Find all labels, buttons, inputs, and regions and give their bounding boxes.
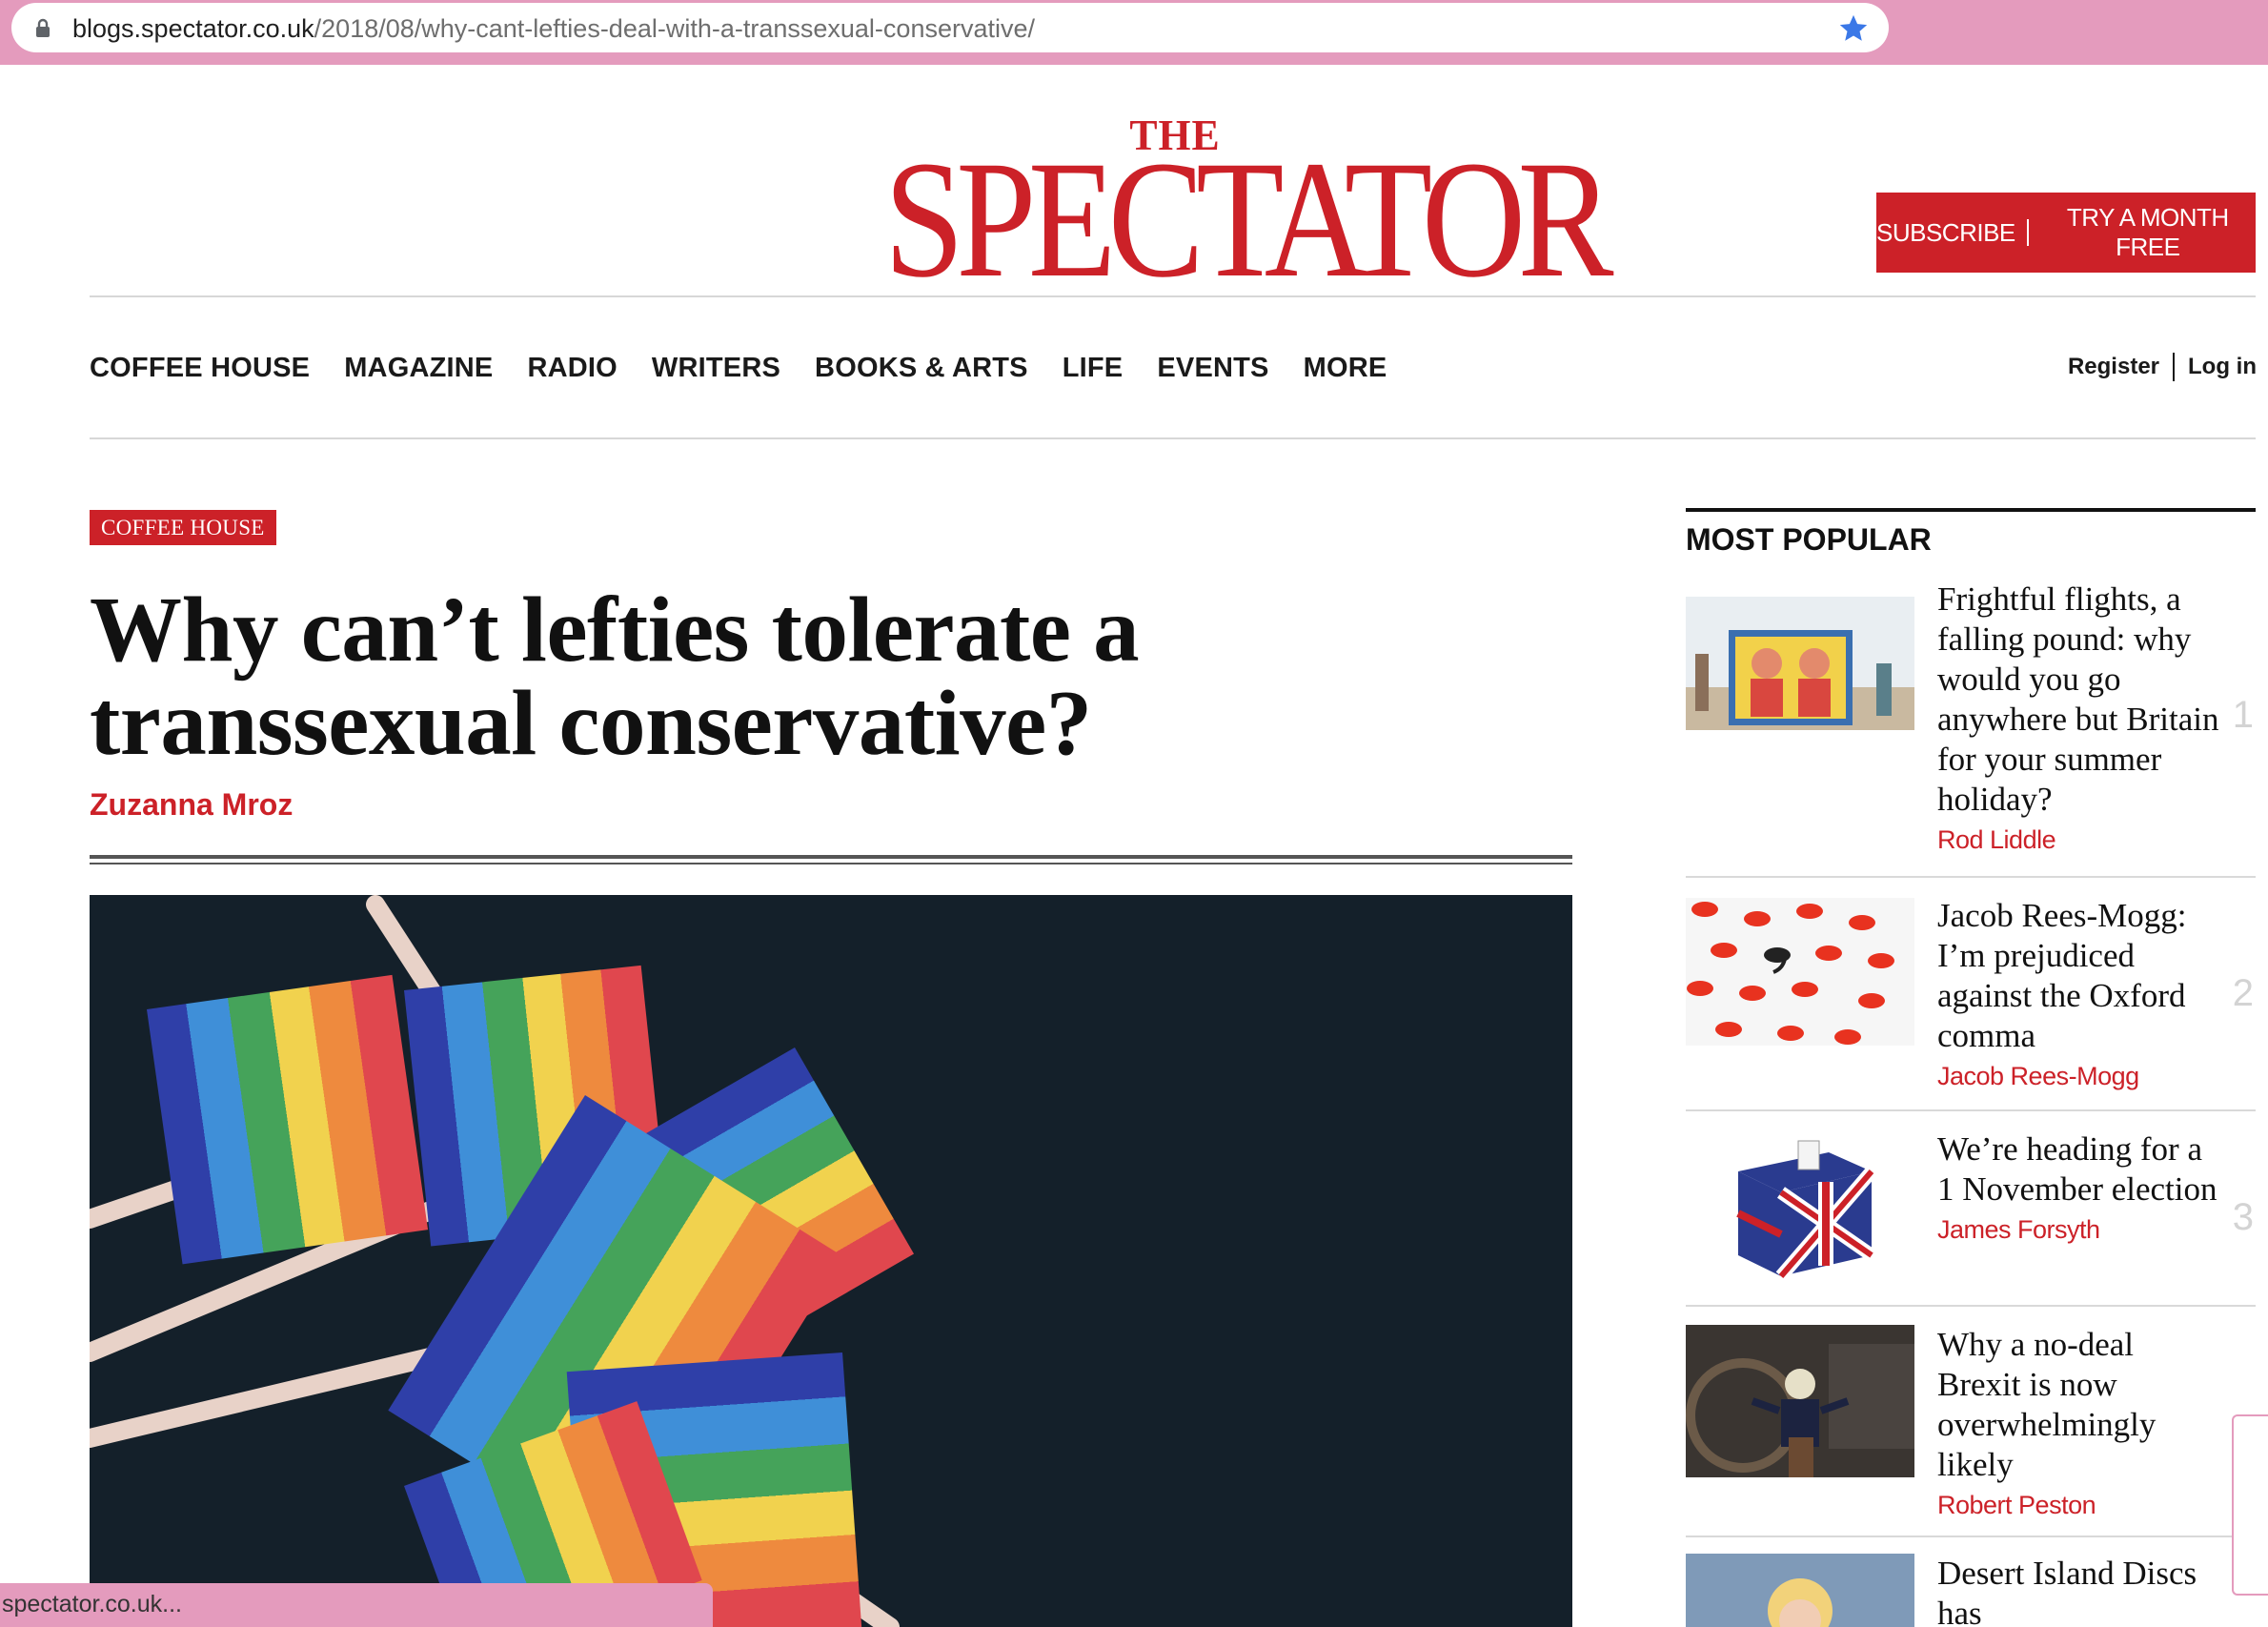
popular-author[interactable]: Rod Liddle [1937,825,2223,855]
speech-photo-illustration [1686,1325,1914,1477]
main-nav: COFFEE HOUSE MAGAZINE RADIO WRITERS BOOK… [90,345,1387,391]
holiday-cartoon-illustration [1686,597,1914,730]
status-bar: spectator.co.uk... [0,1583,713,1627]
popular-divider [1686,876,2256,878]
logo-main: SPECTATOR [883,127,1614,313]
popular-thumbnail[interactable] [1686,1325,1914,1477]
article-rule-bottom [90,863,1572,864]
popular-title[interactable]: Jacob Rees-Mogg: I’m prejudiced against … [1937,896,2223,1056]
header-divider [90,295,2256,297]
popular-divider [1686,1535,2256,1537]
nav-item-radio[interactable]: RADIO [527,353,617,384]
popular-item[interactable]: Desert Island Discs has [1686,1554,2256,1627]
subscribe-divider [2026,219,2029,246]
popular-item[interactable]: We’re heading for a 1 November election … [1686,1129,2256,1303]
popular-title[interactable]: Why a no-deal Brexit is now overwhelming… [1937,1325,2223,1485]
browser-toolbar: blogs.spectator.co.uk/2018/08/why-cant-l… [0,0,2268,65]
nav-item-more[interactable]: MORE [1304,353,1387,384]
ballot-box-illustration [1686,1133,1914,1281]
section-tag[interactable]: COFFEE HOUSE [90,510,276,545]
popular-title[interactable]: We’re heading for a 1 November election [1937,1129,2223,1210]
hero-image [90,895,1572,1627]
register-link[interactable]: Register [2068,354,2159,380]
popular-thumbnail[interactable] [1686,1554,1914,1627]
popular-thumbnail[interactable] [1686,1133,1914,1281]
url-path: /2018/08/why-cant-lefties-deal-with-a-tr… [314,14,1035,43]
rainbow-flags-illustration [90,895,1572,1627]
spectator-logo[interactable]: THE SPECTATOR [837,112,1614,313]
popular-text: Desert Island Discs has [1937,1554,2223,1627]
popular-item[interactable]: Frightful flights, a falling pound: why … [1686,580,2256,865]
nav-item-events[interactable]: EVENTS [1157,353,1268,384]
popular-divider [1686,1109,2256,1111]
popular-author[interactable]: Jacob Rees-Mogg [1937,1062,2223,1091]
popular-thumbnail[interactable] [1686,597,1914,730]
article-rule-top [90,855,1572,859]
side-popup-edge[interactable] [2232,1414,2268,1596]
popular-thumbnail[interactable] [1686,898,1914,1046]
most-popular-title: MOST POPULAR [1686,522,1932,557]
url-host: blogs.spectator.co.uk [72,14,314,43]
portrait-photo-illustration [1686,1554,1914,1627]
most-popular-rule [1686,508,2256,512]
subscribe-label: SUBSCRIBE [1876,217,2015,247]
popular-item[interactable]: Jacob Rees-Mogg: I’m prejudiced against … [1686,896,2256,1108]
popular-author[interactable]: James Forsyth [1937,1215,2223,1245]
popular-rank: 2 [2232,972,2254,1014]
popular-text: Why a no-deal Brexit is now overwhelming… [1937,1325,2223,1520]
bookmark-star-icon[interactable] [1837,12,1870,45]
popular-text: Frightful flights, a falling pound: why … [1937,580,2223,855]
nav-item-coffee-house[interactable]: COFFEE HOUSE [90,353,310,384]
lock-icon[interactable] [32,17,53,38]
popular-rank: 1 [2232,694,2254,736]
popular-item[interactable]: Why a no-deal Brexit is now overwhelming… [1686,1325,2256,1533]
nav-item-writers[interactable]: WRITERS [652,353,780,384]
comma-dots-illustration [1686,898,1914,1046]
subscribe-button[interactable]: SUBSCRIBE TRY A MONTH FREE [1876,193,2256,273]
login-link[interactable]: Log in [2188,354,2257,380]
article-author[interactable]: Zuzanna Mroz [90,787,293,823]
nav-item-life[interactable]: LIFE [1063,353,1124,384]
popular-rank: 3 [2232,1196,2254,1238]
popular-author[interactable]: Robert Peston [1937,1491,2223,1520]
nav-divider [90,437,2256,439]
article-headline: Why can’t lefties tolerate a transsexual… [90,579,1140,774]
popular-title[interactable]: Frightful flights, a falling pound: why … [1937,580,2223,820]
address-bar[interactable]: blogs.spectator.co.uk/2018/08/why-cant-l… [11,3,1889,52]
popular-text: Jacob Rees-Mogg: I’m prejudiced against … [1937,896,2223,1091]
account-links: Register Log in [2068,353,2257,381]
subscribe-offer: TRY A MONTH FREE [2066,203,2229,261]
account-divider [2173,353,2176,381]
nav-item-books-arts[interactable]: BOOKS & ARTS [815,353,1028,384]
nav-item-magazine[interactable]: MAGAZINE [344,353,493,384]
popular-text: We’re heading for a 1 November election … [1937,1129,2223,1245]
popular-divider [1686,1305,2256,1307]
popular-title[interactable]: Desert Island Discs has [1937,1554,2223,1627]
url-text[interactable]: blogs.spectator.co.uk/2018/08/why-cant-l… [72,14,1035,44]
